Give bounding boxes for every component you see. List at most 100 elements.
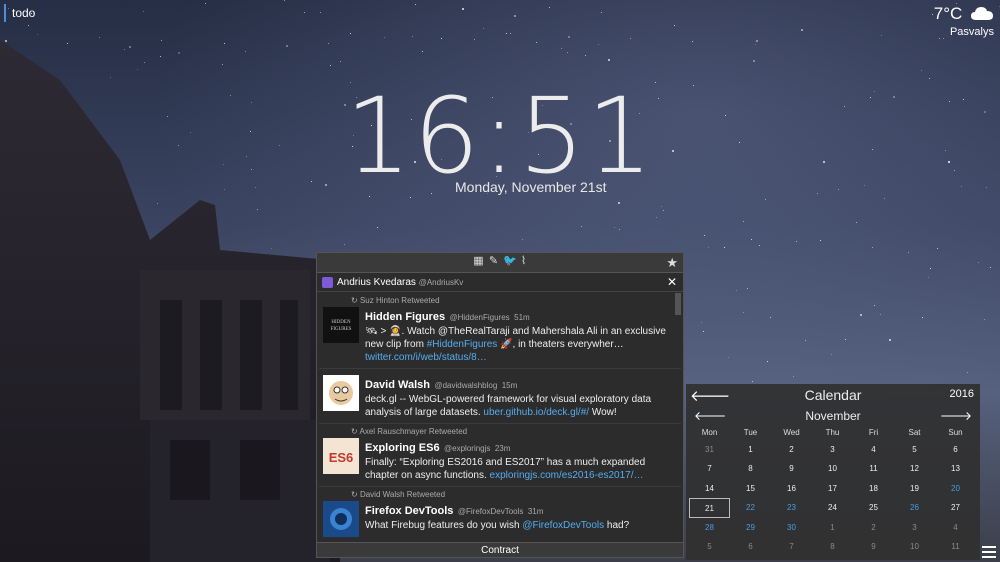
tweet-feed[interactable]: ↻ Suz Hinton Retweeted HIDDEN FIGURES Hi… [319, 293, 681, 541]
calendar-day[interactable]: 1 [812, 518, 853, 537]
compose-icon[interactable]: ✎ [488, 256, 499, 267]
avatar[interactable] [323, 375, 359, 411]
calendar-day[interactable]: 10 [812, 459, 853, 478]
calendar-day[interactable]: 11 [935, 537, 976, 556]
calendar-year[interactable]: 2016 [950, 388, 974, 400]
retweet-label: ↻ Suz Hinton Retweeted [351, 296, 440, 305]
calendar-day[interactable]: 21 [689, 498, 730, 518]
rss-icon[interactable]: ⌇ [518, 256, 529, 267]
contract-button[interactable]: Contract [317, 542, 683, 557]
calendar-day[interactable]: 6 [730, 537, 771, 556]
calendar-day[interactable]: 7 [689, 459, 730, 478]
tweet-link[interactable]: uber.github.io/deck.gl/#/ [483, 407, 589, 418]
calendar-header: 🡐 Calendar 2016 [686, 384, 980, 406]
calendar-day[interactable]: 4 [935, 518, 976, 537]
calendar-day[interactable]: 15 [730, 479, 771, 498]
weekday-header: Fri [868, 428, 879, 437]
tweet-text: deck.gl -- WebGL-powered framework for v… [365, 394, 652, 418]
calendar-day[interactable]: 8 [730, 459, 771, 478]
tweet-handle: @exploringjs [444, 444, 491, 453]
calendar-day[interactable]: 30 [771, 518, 812, 537]
next-month-icon[interactable]: 🡒 [940, 408, 972, 423]
calendar-grid: Mon Tue Wed Thu Fri Sat Sun 31 1 2 3 4 5 6 7 8 9 10 11 12 13… [689, 426, 980, 556]
calendar-day[interactable]: 3 [812, 440, 853, 459]
tweet-item[interactable]: ↻ Suz Hinton Retweeted HIDDEN FIGURES Hi… [319, 293, 681, 369]
calendar-day[interactable]: 10 [894, 537, 935, 556]
calendar-day[interactable]: 7 [771, 537, 812, 556]
calendar-day[interactable]: 5 [689, 537, 730, 556]
calendar-day[interactable]: 14 [689, 479, 730, 498]
tweet-text: What Firebug features do you wish @Firef… [365, 520, 630, 531]
calendar-day[interactable]: 18 [853, 479, 894, 498]
tweet-link[interactable]: @FirefoxDevTools [522, 520, 604, 531]
grid-icon[interactable]: ▦ [473, 256, 484, 267]
weather-location: Pasvalys [949, 26, 994, 38]
clock-time: 16:51 [345, 75, 655, 197]
weather-widget[interactable]: 7°C Pasvalys [934, 4, 994, 38]
weekday-header: Wed [783, 428, 800, 437]
calendar-day[interactable]: 26 [894, 498, 935, 517]
calendar-day[interactable]: 29 [730, 518, 771, 537]
tweet-time: 31m [527, 507, 544, 516]
tweet-link[interactable]: exploringjs.com/es2016-es2017/… [490, 470, 644, 481]
calendar-day[interactable]: 24 [812, 498, 853, 517]
calendar-day[interactable]: 17 [812, 479, 853, 498]
calendar-day[interactable]: 3 [894, 518, 935, 537]
weekday-header: Mon [701, 428, 718, 437]
tweet-handle: @davidwalshblog [434, 381, 498, 390]
calendar-day[interactable]: 31 [689, 440, 730, 459]
tweet-item[interactable]: ↻ Axel Rauschmayer Retweeted ES6 Explori… [319, 424, 681, 487]
calendar-day[interactable]: 23 [771, 498, 812, 517]
calendar-day[interactable]: 12 [894, 459, 935, 478]
avatar[interactable] [323, 501, 359, 537]
calendar-day[interactable]: 5 [894, 440, 935, 459]
svg-text:FIGURES: FIGURES [331, 327, 352, 332]
tweet-media-image[interactable] [379, 540, 499, 541]
temperature-value: 7°C [933, 4, 963, 23]
calendar-day[interactable]: 19 [894, 479, 935, 498]
calendar-day[interactable]: 4 [853, 440, 894, 459]
twitter-icon[interactable]: 🐦 [503, 256, 517, 267]
calendar-day[interactable]: 27 [935, 498, 976, 517]
tweet-author[interactable]: Exploring ES6 [365, 442, 440, 454]
calendar-day[interactable]: 25 [853, 498, 894, 517]
weekday-header: Sat [908, 428, 921, 437]
feed-scrollbar[interactable] [675, 293, 681, 315]
retweet-label: ↻ Axel Rauschmayer Retweeted [351, 427, 468, 436]
menu-icon[interactable] [982, 546, 996, 558]
account-bar: Andrius Kvedaras @AndriusKv ✕ [317, 273, 683, 292]
avatar[interactable]: HIDDEN FIGURES [323, 307, 359, 343]
svg-text:ES6: ES6 [329, 450, 354, 465]
panel-toolbar: ▦ ✎ 🐦 ⌇ ★ [317, 253, 683, 273]
close-icon[interactable]: ✕ [667, 273, 677, 292]
month-nav: 🡐 November 🡒 [686, 406, 980, 426]
calendar-day[interactable]: 1 [730, 440, 771, 459]
tweet-time: 15m [501, 381, 518, 390]
tweet-author[interactable]: Firefox DevTools [365, 505, 453, 517]
weekday-header: Thu [825, 428, 840, 437]
tweet-author[interactable]: Hidden Figures [365, 311, 445, 323]
calendar-day[interactable]: 22 [730, 498, 771, 517]
tweet-link[interactable]: twitter.com/i/web/status/8… [365, 352, 487, 363]
avatar[interactable]: ES6 [323, 438, 359, 474]
tweet-item[interactable]: ↻ David Walsh Retweeted Firefox DevTools… [319, 487, 681, 541]
calendar-day[interactable]: 2 [853, 518, 894, 537]
calendar-day[interactable]: 8 [812, 537, 853, 556]
clock-date: Monday, November 21st [455, 179, 607, 195]
calendar-day[interactable]: 11 [853, 459, 894, 478]
calendar-day[interactable]: 28 [689, 518, 730, 537]
account-avatar [322, 277, 333, 288]
calendar-day[interactable]: 9 [853, 537, 894, 556]
calendar-day[interactable]: 20 [935, 479, 976, 498]
tweet-author[interactable]: David Walsh [365, 379, 430, 391]
calendar-day[interactable]: 13 [935, 459, 976, 478]
todo-widget[interactable]: todo [4, 4, 35, 22]
calendar-day[interactable]: 6 [935, 440, 976, 459]
star-icon[interactable]: ★ [666, 255, 678, 271]
tweet-link[interactable]: #HiddenFigures [427, 339, 498, 350]
tweet-item[interactable]: David Walsh @davidwalshblog 15m deck.gl … [319, 369, 681, 424]
calendar-day[interactable]: 9 [771, 459, 812, 478]
calendar-widget: 🡐 Calendar 2016 🡐 November 🡒 Mon Tue Wed Th… [686, 384, 980, 560]
calendar-day[interactable]: 16 [771, 479, 812, 498]
calendar-day[interactable]: 2 [771, 440, 812, 459]
